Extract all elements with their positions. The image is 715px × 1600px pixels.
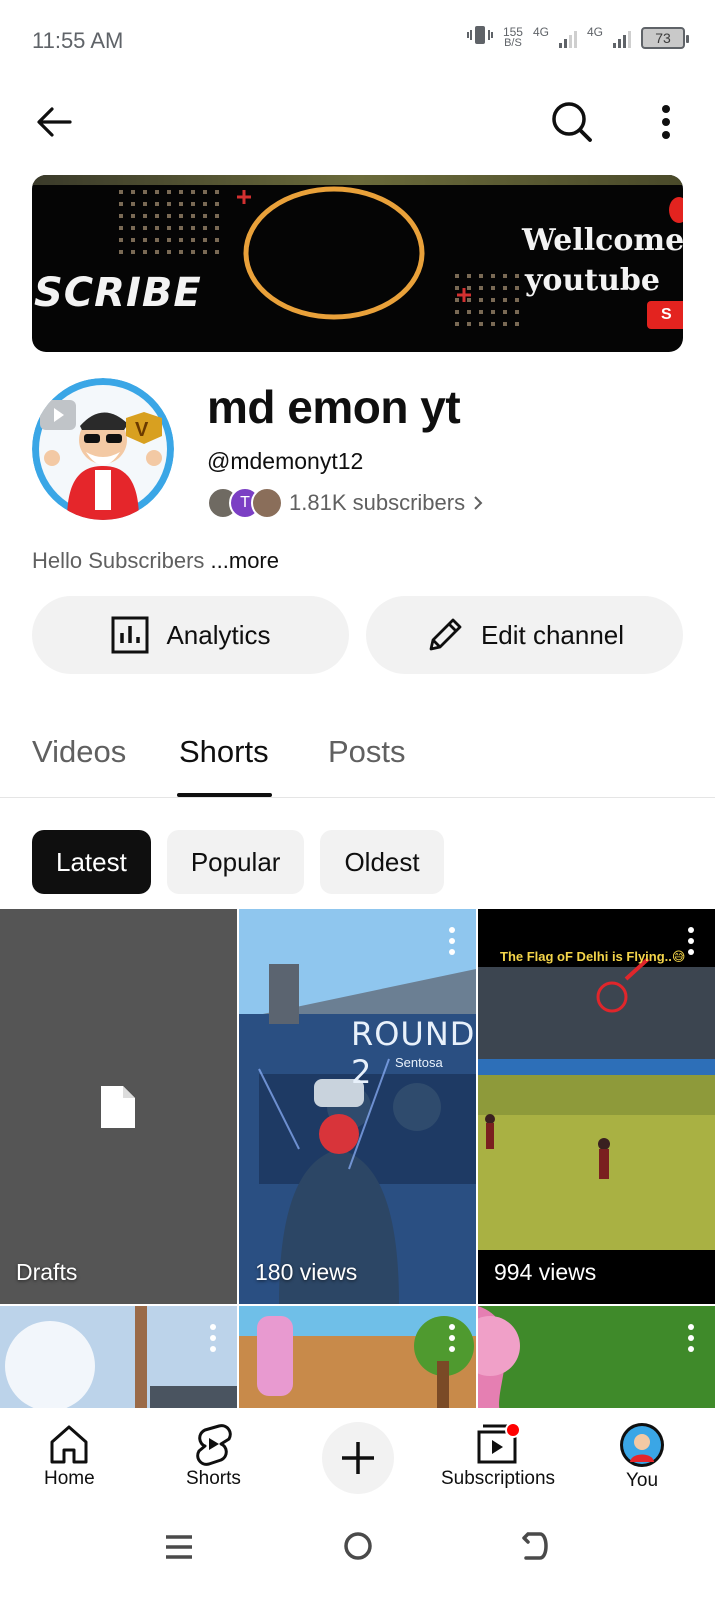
back-arrow-icon: [37, 107, 72, 137]
short-thumbnail: [478, 1306, 715, 1409]
short-menu-button[interactable]: [687, 927, 695, 955]
signal-bars-1: [558, 28, 577, 48]
short-tile[interactable]: [478, 1306, 715, 1409]
short-thumbnail: [0, 1306, 237, 1409]
banner-left-text: SCRIBE: [34, 270, 202, 316]
avatar-graphic: V: [32, 378, 174, 520]
recents-icon[interactable]: [164, 1532, 194, 1562]
nav-you-label: You: [625, 1470, 659, 1491]
network-label-1: 4G: [532, 24, 549, 39]
shorts-icon: [196, 1424, 233, 1466]
short-tile[interactable]: [0, 1306, 237, 1409]
create-button[interactable]: [322, 1422, 394, 1494]
home-icon: [50, 1425, 88, 1464]
banner-red-dot: [669, 197, 683, 223]
vibrate-icon: [466, 24, 493, 51]
tab-videos[interactable]: Videos: [32, 734, 126, 770]
shorts-grid: Drafts ROUND 2 Sentosa 180 views The Fla…: [0, 909, 715, 1409]
short-menu-button[interactable]: [687, 1324, 695, 1352]
analytics-button[interactable]: Analytics: [32, 596, 349, 674]
short-caption: The Flag oF Delhi is Flying..😅: [500, 949, 686, 964]
banner-right-line2: youtube: [525, 263, 660, 298]
subscribers-row[interactable]: T 1.81K subscribers: [207, 485, 483, 521]
signal-bars-2: [613, 28, 631, 48]
nav-subscriptions[interactable]: Subscriptions: [441, 1422, 555, 1490]
chip-latest[interactable]: Latest: [32, 830, 151, 894]
chevron-right-icon: [474, 496, 483, 510]
short-thumbnail: [239, 909, 476, 1304]
plus-icon: [342, 1442, 374, 1474]
channel-avatar[interactable]: V: [32, 378, 174, 520]
nav-shorts[interactable]: Shorts: [186, 1422, 241, 1490]
network-label-2: 4G: [586, 24, 603, 39]
subscriptions-icon: [477, 1422, 522, 1464]
back-gesture-icon[interactable]: [520, 1530, 552, 1562]
short-views: 180 views: [255, 1259, 358, 1285]
analytics-icon: [111, 616, 149, 654]
back-button[interactable]: [28, 96, 80, 148]
subscriber-avatar: [251, 487, 283, 519]
battery-indicator: 73: [641, 26, 689, 49]
nav-shorts-label: Shorts: [186, 1468, 241, 1489]
search-button[interactable]: [546, 96, 598, 148]
short-menu-button[interactable]: [448, 927, 456, 955]
banner-red-label: S: [647, 301, 683, 329]
subscriber-count: 1.81K subscribers: [289, 490, 466, 515]
net-speed: 155 B/S: [502, 24, 523, 49]
home-circle-icon[interactable]: [342, 1530, 374, 1562]
more-options-button[interactable]: [640, 96, 692, 148]
status-bar: 11:55 AM 155 B/S 4G 4G 73: [0, 0, 715, 80]
channel-name: md emon yt: [207, 381, 461, 433]
top-nav: [0, 96, 715, 156]
round-overlay-text: ROUND 2: [351, 1015, 476, 1091]
status-time: 11:55 AM: [32, 28, 124, 53]
analytics-label: Analytics: [166, 619, 271, 650]
channel-description[interactable]: Hello Subscribers ...more: [32, 548, 279, 574]
nav-you[interactable]: You: [619, 1422, 665, 1492]
drafts-tile[interactable]: Drafts: [0, 909, 237, 1304]
search-icon: [552, 102, 592, 142]
bottom-nav: Home Shorts Subscriptions You: [0, 1408, 715, 1508]
subscriber-avatars: T: [207, 485, 283, 521]
short-menu-button[interactable]: [209, 1324, 217, 1352]
short-views: 994 views: [494, 1259, 597, 1285]
description-text: Hello Subscribers: [32, 548, 205, 573]
pencil-icon: [429, 618, 462, 651]
banner-right-line1: Wellcome: [522, 223, 683, 258]
sort-chips: Latest Popular Oldest: [32, 830, 444, 894]
tab-posts[interactable]: Posts: [328, 734, 406, 770]
active-tab-indicator: [177, 793, 272, 797]
short-thumbnail: [239, 1306, 476, 1409]
short-tile[interactable]: [239, 1306, 476, 1409]
system-nav-bar: [0, 1508, 715, 1600]
more-link[interactable]: ...more: [211, 548, 279, 573]
nav-subscriptions-label: Subscriptions: [441, 1468, 556, 1489]
more-vert-icon: [662, 105, 670, 139]
tab-shorts[interactable]: Shorts: [179, 734, 269, 770]
short-tile[interactable]: ROUND 2 Sentosa 180 views: [239, 909, 476, 1304]
svg-text:V: V: [135, 419, 149, 441]
channel-tabs: Videos Shorts Posts: [0, 720, 715, 798]
drafts-label: Drafts: [16, 1259, 78, 1285]
short-menu-button[interactable]: [448, 1324, 456, 1352]
short-tile[interactable]: The Flag oF Delhi is Flying..😅 994 views: [478, 909, 715, 1304]
edit-channel-label: Edit channel: [480, 619, 625, 650]
edit-channel-button[interactable]: Edit channel: [366, 596, 683, 674]
round-overlay-sub: Sentosa: [395, 1055, 443, 1070]
channel-handle: @mdemonyt12: [207, 448, 364, 474]
channel-banner: SCRIBE Wellcome youtube S: [32, 175, 683, 352]
nav-home[interactable]: Home: [44, 1422, 95, 1490]
short-thumbnail: [478, 909, 715, 1304]
nav-home-label: Home: [44, 1468, 95, 1489]
chip-popular[interactable]: Popular: [166, 830, 305, 894]
document-icon: [101, 1086, 135, 1128]
status-icons: 155 B/S 4G 4G 73: [466, 24, 689, 51]
chip-oldest[interactable]: Oldest: [320, 830, 444, 894]
avatar: [620, 1423, 664, 1467]
